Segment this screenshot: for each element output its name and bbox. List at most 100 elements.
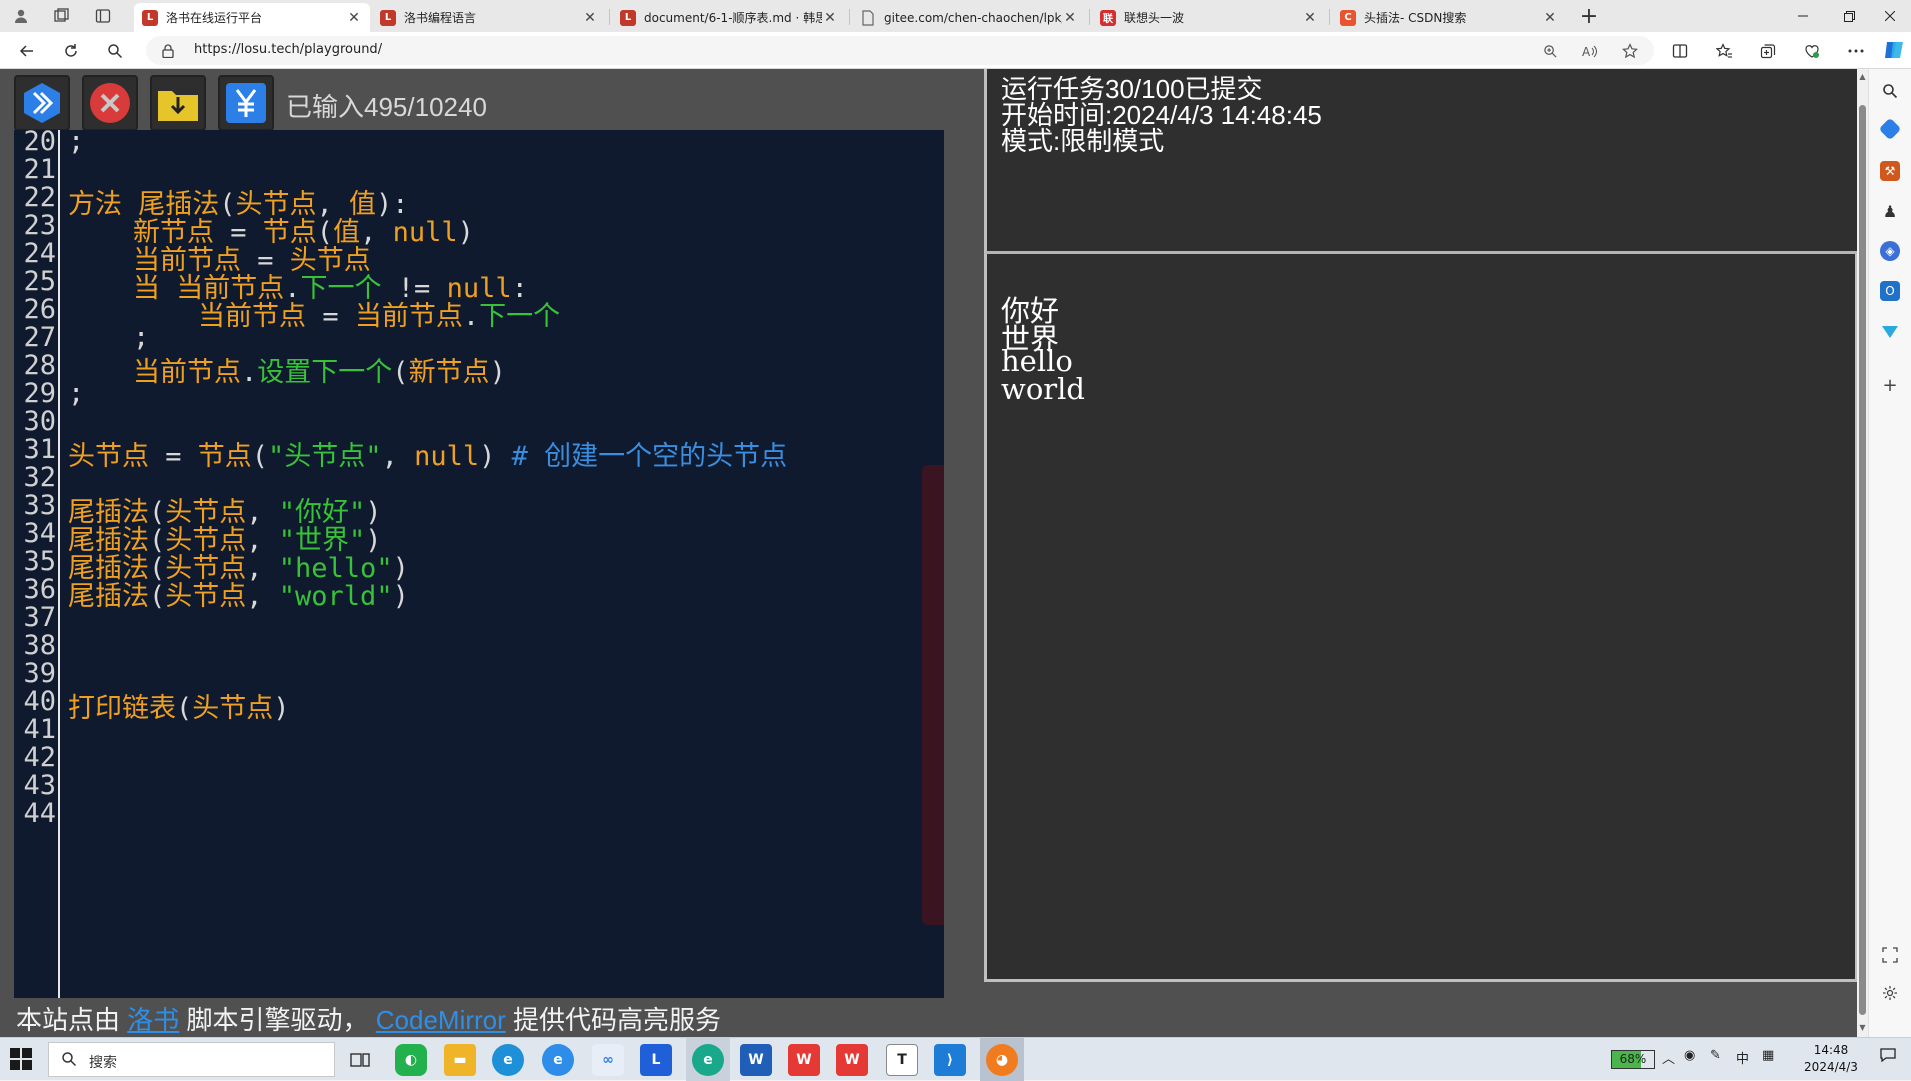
tab-4[interactable]: 联 联想头一波 ✕ [1092, 3, 1326, 32]
split-screen-icon[interactable] [1666, 38, 1694, 64]
new-tab-button[interactable]: + [1576, 4, 1602, 29]
games-icon[interactable]: ♟ [1880, 201, 1900, 221]
code-token: 头节点 [192, 693, 274, 724]
run-button[interactable] [14, 75, 70, 131]
lenovo-app-icon[interactable]: L [640, 1044, 672, 1076]
profile-icon[interactable] [8, 4, 34, 28]
taskbar-search-input[interactable]: 搜索 [48, 1042, 335, 1077]
typora-icon[interactable]: T [886, 1044, 918, 1076]
battery-indicator[interactable]: 68% [1611, 1050, 1655, 1069]
system-clock[interactable]: 14:48 2024/4/3 [1799, 1042, 1863, 1076]
close-icon[interactable]: ✕ [582, 10, 598, 26]
qq-icon[interactable]: ◉ [1684, 1048, 1695, 1063]
vertical-tabs-icon[interactable] [90, 4, 116, 28]
read-aloud-icon[interactable]: A [1578, 41, 1602, 61]
lock-icon[interactable] [162, 43, 174, 59]
line-number: 25 [23, 266, 56, 297]
luoshu-app-icon[interactable]: ◕ [986, 1044, 1018, 1076]
restore-button[interactable] [1826, 0, 1872, 32]
task-view-icon[interactable] [344, 1044, 376, 1076]
workspaces-icon[interactable] [48, 4, 74, 28]
keyboard-icon[interactable]: ▦ [1762, 1048, 1774, 1063]
scroll-up-icon[interactable]: ▲ [1857, 71, 1868, 83]
code-line[interactable]: 头节点 = 节点("头节点", null) # 创建一个空的头节点 [68, 434, 787, 473]
outlook-icon[interactable]: O [1880, 281, 1900, 301]
footer-suffix: 提供代码高亮服务 [513, 1005, 722, 1035]
download-button[interactable] [150, 75, 206, 131]
code-line[interactable]: 打印链表(头节点) [68, 686, 290, 725]
baidu-netdisk-icon[interactable]: ∞ [592, 1044, 624, 1076]
shopping-tag-icon[interactable] [1878, 117, 1902, 141]
search-icon[interactable] [101, 38, 129, 64]
luoshu-icon: L [380, 9, 396, 26]
edge-sidebar: ⚒ ♟ ◈ O + [1868, 69, 1911, 1037]
close-icon[interactable]: ✕ [1062, 10, 1078, 26]
search-icon[interactable] [1880, 81, 1900, 101]
microsoft365-icon[interactable]: ◈ [1880, 241, 1900, 261]
settings-gear-icon[interactable] [1880, 983, 1900, 1003]
drop-icon[interactable] [1880, 321, 1900, 341]
codemirror-link[interactable]: CodeMirror [376, 1005, 506, 1035]
pen-icon[interactable]: ✎ [1710, 1048, 1721, 1063]
wechat-icon[interactable]: ◐ [395, 1044, 427, 1076]
close-icon[interactable]: ✕ [822, 10, 838, 26]
code-line[interactable]: ; [68, 378, 84, 409]
tab-1[interactable]: L 洛书编程语言 ✕ [372, 3, 606, 32]
line-number: 34 [23, 518, 56, 549]
add-icon[interactable]: + [1880, 375, 1900, 396]
code-line[interactable]: 尾插法(头节点, "world") [68, 574, 409, 613]
line-number: 21 [23, 154, 56, 185]
windows-start-icon[interactable] [10, 1048, 32, 1070]
wps-icon[interactable]: W [788, 1044, 820, 1076]
line-number: 20 [23, 130, 56, 157]
edge-active-icon[interactable]: e [692, 1044, 724, 1076]
url-text[interactable]: https://losu.tech/playground/ [194, 42, 382, 57]
notification-icon[interactable] [1880, 1047, 1896, 1067]
code-editor[interactable]: 1920212223242526272829303132333435363738… [14, 130, 944, 998]
tab-3[interactable]: gitee.com/chen-chaochen/lpk/ra ✕ [852, 3, 1086, 32]
code-token: ) [273, 693, 290, 724]
browser-essentials-icon[interactable] [1798, 38, 1826, 64]
code-line[interactable]: ; [68, 130, 84, 157]
word-icon[interactable]: W [740, 1044, 772, 1076]
collections-icon[interactable] [1754, 38, 1782, 64]
tab-0[interactable]: L 洛书在线运行平台 ✕ [134, 3, 370, 32]
zoom-icon[interactable] [1538, 41, 1562, 61]
favorite-star-icon[interactable] [1618, 41, 1642, 61]
tab-5[interactable]: C 头插法- CSDN搜索 ✕ [1332, 3, 1566, 32]
refresh-button[interactable] [57, 38, 85, 64]
ie-browser-icon[interactable]: e [542, 1044, 574, 1076]
close-icon[interactable]: ✕ [1542, 10, 1558, 26]
code-token: ( [176, 693, 193, 724]
donate-button[interactable] [218, 75, 274, 131]
line-number: 36 [23, 574, 56, 605]
code-token: 设置下一个 [257, 357, 393, 388]
line-number: 23 [23, 210, 56, 241]
more-options-icon[interactable] [1842, 38, 1870, 64]
copilot-icon[interactable] [1882, 38, 1906, 62]
screenshot-icon[interactable] [1880, 945, 1900, 965]
page-scrollbar[interactable]: ▲ ▼ [1857, 69, 1868, 1037]
close-icon[interactable]: ✕ [1302, 10, 1318, 26]
tab-2[interactable]: L document/6-1-顺序表.md · 韩思 ✕ [612, 3, 846, 32]
minimize-button[interactable] [1780, 0, 1826, 32]
scroll-thumb[interactable] [1859, 105, 1866, 1015]
back-button[interactable] [13, 38, 41, 64]
scroll-down-icon[interactable]: ▼ [1857, 1022, 1868, 1034]
favorites-icon[interactable] [1710, 38, 1738, 64]
wps-office-icon[interactable]: W [836, 1044, 868, 1076]
code-line[interactable]: ; [68, 322, 149, 353]
file-explorer-icon[interactable]: ▬ [444, 1044, 476, 1076]
vscode-icon[interactable]: ⟩ [934, 1044, 966, 1076]
luoshu-link[interactable]: 洛书 [127, 1005, 179, 1035]
close-icon[interactable]: ✕ [346, 10, 362, 26]
code-line[interactable]: 当前节点.设置下一个(新节点) [68, 350, 506, 389]
close-window-button[interactable] [1868, 0, 1911, 32]
stop-button[interactable] [82, 75, 138, 131]
tray-overflow-icon[interactable]: ︿ [1662, 1048, 1675, 1067]
address-bar[interactable]: https://losu.tech/playground/ A [146, 36, 1654, 65]
ime-indicator[interactable]: 中 [1736, 1048, 1749, 1067]
edge-browser-icon[interactable]: e [492, 1044, 524, 1076]
tools-icon[interactable]: ⚒ [1880, 161, 1900, 181]
svg-text:A: A [1582, 45, 1591, 59]
